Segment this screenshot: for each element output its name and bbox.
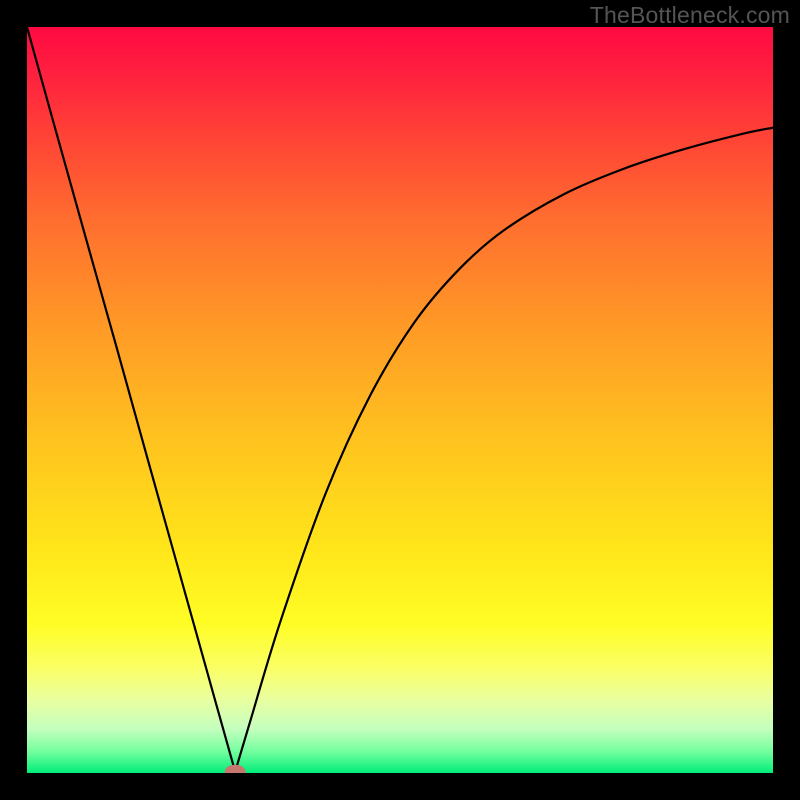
plot-svg [27, 27, 773, 773]
watermark-text: TheBottleneck.com [590, 2, 790, 29]
optimum-marker [225, 765, 246, 773]
chart-frame: TheBottleneck.com [0, 0, 800, 800]
plot-area [27, 27, 773, 773]
curve-line [27, 27, 773, 773]
